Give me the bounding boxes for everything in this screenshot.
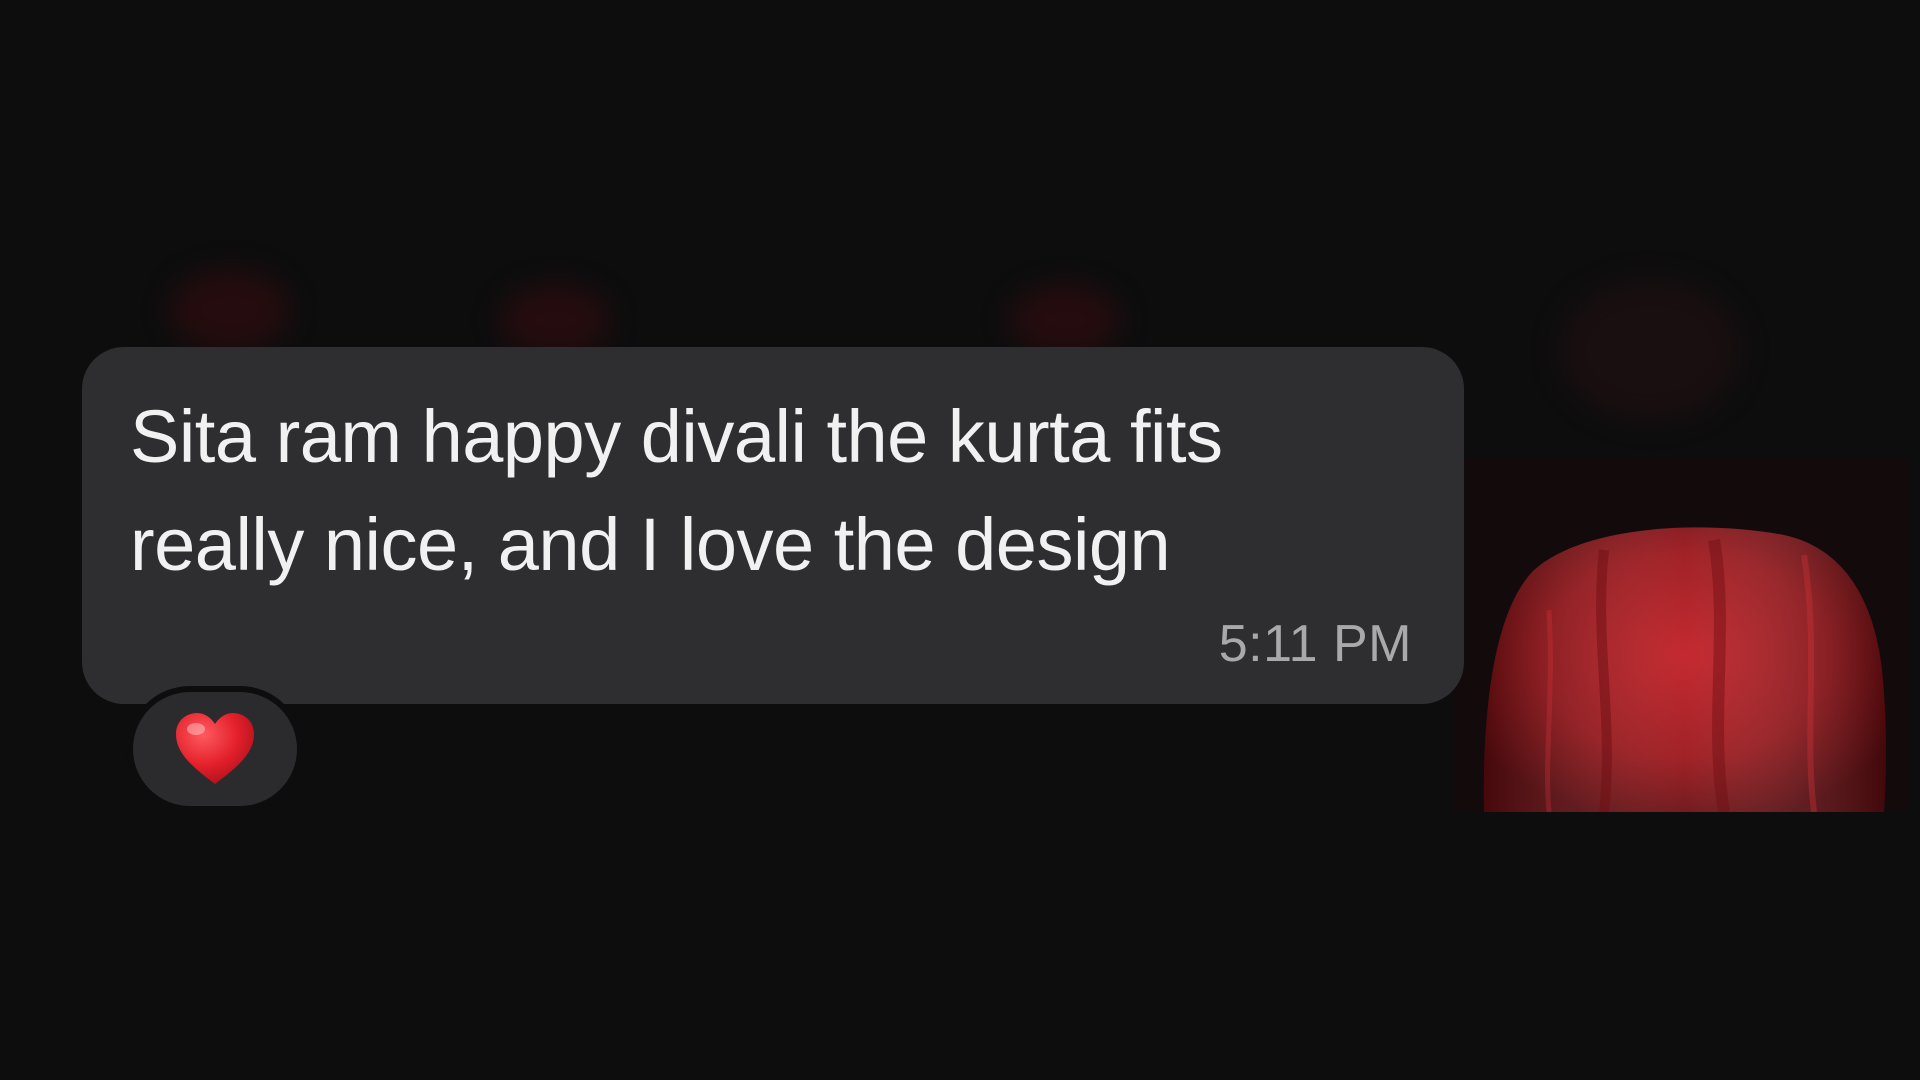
background-figure (1010, 285, 1120, 355)
background-figure (1560, 280, 1740, 420)
red-heart-icon (176, 713, 254, 784)
message-timestamp: 5:11 PM (1218, 615, 1412, 673)
background-figure (500, 285, 610, 355)
message-text-line: really nice, and I love the design (130, 503, 1171, 586)
message-bubble[interactable]: Sita ram happy divali the kurta fits rea… (82, 347, 1464, 704)
kurta-photo (1454, 460, 1908, 812)
message-text-line: Sita ram happy divali the kurta fits (130, 395, 1223, 478)
background-figure (170, 270, 290, 350)
reaction-badge[interactable] (133, 692, 297, 806)
kurta-photo-thumbnail[interactable] (1454, 460, 1908, 812)
message-text: Sita ram happy divali the kurta fits rea… (130, 383, 1412, 599)
chat-screen: Sita ram happy divali the kurta fits rea… (0, 0, 1920, 1080)
